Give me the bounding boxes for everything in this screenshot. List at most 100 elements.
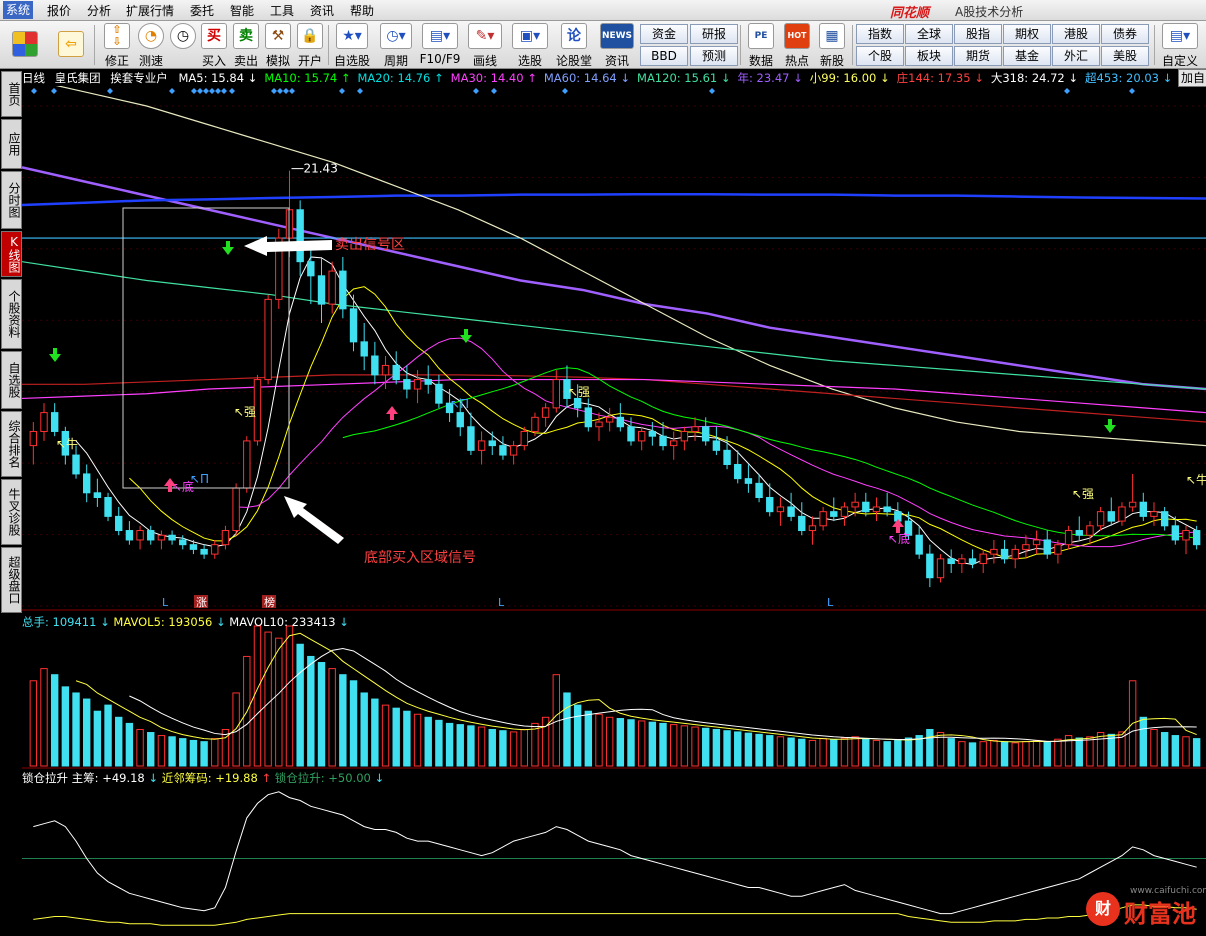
bbd-button[interactable]: BBD xyxy=(640,46,688,66)
volume-bar xyxy=(93,710,102,767)
watchlist-button[interactable]: ★▾ 自选股 xyxy=(333,23,371,69)
f10-button[interactable]: ▤▾ F10/F9 xyxy=(418,23,462,66)
draw-line-button[interactable]: ✎▾ 画线 xyxy=(464,23,506,69)
individual-stock-button[interactable]: 个股 xyxy=(856,46,904,66)
buy-button[interactable]: 买 买入 xyxy=(198,23,230,69)
stock-index-future-button[interactable]: 股指 xyxy=(954,24,1002,44)
sidebar-tab-kline[interactable]: K线图 xyxy=(1,231,22,277)
candle-body xyxy=(595,421,603,428)
new-stock-button[interactable]: ▦ 新股 xyxy=(815,23,849,69)
volume-bar xyxy=(349,680,358,767)
menu-news[interactable]: 资讯 xyxy=(310,2,334,19)
candle-body xyxy=(147,530,155,541)
kline-chart-area[interactable]: 21.43卖出信号区底部买入区域信号↖牛↖底↖Π↖强↖Π↖强↖底↖强↖牛L 涨榜 L… xyxy=(22,86,1206,936)
buy-zone-annotation: 底部买入区域信号 xyxy=(364,550,476,566)
volume-legend: 总手: 109411 ↓ MAVOL5: 193056 ↓ MAVOL10: 2… xyxy=(22,615,349,629)
menu-help[interactable]: 帮助 xyxy=(350,2,374,19)
customize-label: 自定义 xyxy=(1161,54,1198,68)
fund-flow-button[interactable]: 资金 xyxy=(640,24,688,44)
stock-name: 皇氏集团 xyxy=(54,71,101,85)
open-account-label: 开户 xyxy=(297,54,322,68)
grid-button[interactable] xyxy=(12,31,38,57)
sell-button[interactable]: 卖 卖出 xyxy=(230,23,262,69)
candle-body xyxy=(211,544,219,555)
menu-smart[interactable]: 智能 xyxy=(230,2,254,19)
bottom-marker: L xyxy=(827,596,834,609)
fund-button[interactable]: 基金 xyxy=(1003,46,1051,66)
us-stock-button[interactable]: 美股 xyxy=(1101,46,1149,66)
back-button[interactable]: ⇦ xyxy=(58,31,84,57)
index-button[interactable]: 指数 xyxy=(856,24,904,44)
candle-body xyxy=(1064,530,1073,546)
signal-diamond-icon xyxy=(491,88,497,94)
candle-body xyxy=(712,440,721,451)
toolbar-separator xyxy=(1154,25,1155,65)
hot-topic-button[interactable]: HOT 热点 xyxy=(780,23,814,69)
sidebar-tab-stock-info[interactable]: 个股资料 xyxy=(1,279,22,349)
sidebar-tab-timeshare[interactable]: 分时图 xyxy=(1,171,22,229)
options-button[interactable]: 期权 xyxy=(1003,24,1051,44)
sidebar-tab-ranking[interactable]: 综合排名 xyxy=(1,411,22,477)
sidebar-tab-apps[interactable]: 应用 xyxy=(1,119,22,169)
sidebar-tab-home[interactable]: 首页 xyxy=(1,71,22,117)
menu-tools[interactable]: 工具 xyxy=(270,2,294,19)
signal-diamond-icon xyxy=(339,88,345,94)
bond-button[interactable]: 债券 xyxy=(1101,24,1149,44)
futures-button[interactable]: 期货 xyxy=(954,46,1002,66)
volume-bar xyxy=(157,735,166,767)
speed-test-button[interactable]: ◔ 测速 xyxy=(134,23,168,69)
menu-extended-quote[interactable]: 扩展行情 xyxy=(126,2,174,19)
menu-system[interactable]: 系统 xyxy=(3,1,34,19)
ma-legend-8: 庄144: 17.35 ↓ xyxy=(896,71,984,85)
open-account-button[interactable]: 🔒 开户 xyxy=(294,23,326,69)
simulate-button[interactable]: ⚒ 模拟 xyxy=(262,23,294,69)
candle-body xyxy=(702,426,710,442)
volume-bar xyxy=(285,625,294,767)
sidebar-tab-watchlist[interactable]: 自选股 xyxy=(1,351,22,409)
sell-arrow-icon xyxy=(222,241,234,255)
hk-stock-button[interactable]: 港股 xyxy=(1052,24,1100,44)
ma-legend-2: MA20: 14.76 ↑ xyxy=(357,71,444,85)
clock-test-button[interactable]: ◷ xyxy=(166,23,200,49)
sidebar-tab-super-panel[interactable]: 超级盘口 xyxy=(1,547,22,613)
volume-bar xyxy=(509,731,518,767)
volume-bar xyxy=(1139,716,1148,767)
sidebar-tab-diagnosis[interactable]: 牛叉诊股 xyxy=(1,479,22,545)
volume-bar xyxy=(563,692,571,767)
volume-bar xyxy=(830,739,838,767)
forex-button[interactable]: 外汇 xyxy=(1052,46,1100,66)
sector-button[interactable]: 板块 xyxy=(905,46,953,66)
ma-legend-6: 年: 23.47 ↓ xyxy=(737,71,803,85)
watermark-url: www.caifuchi.com xyxy=(1130,886,1206,896)
candle-body xyxy=(1160,511,1169,527)
candle-body xyxy=(477,440,486,451)
add-watchlist-button[interactable]: 加自 xyxy=(1178,69,1206,87)
menu-trade[interactable]: 委托 xyxy=(190,2,214,19)
signal-diamond-icon xyxy=(197,88,203,94)
volume-bar xyxy=(1160,732,1169,767)
forecast-button[interactable]: 预测 xyxy=(690,46,738,66)
candle-body xyxy=(808,525,817,532)
indicator-name[interactable]: 挨套专业户 xyxy=(110,71,168,85)
indicator-legend: 锁仓拉升 主筹: +49.18 ↓ 近邻筹码: +19.88 ↑ 锁仓拉升: +… xyxy=(22,771,385,785)
hot-topic-label: 热点 xyxy=(784,54,809,68)
menu-analysis[interactable]: 分析 xyxy=(87,2,111,19)
news-button[interactable]: NEWS 资讯 xyxy=(598,23,636,69)
data-button[interactable]: PE 数据 xyxy=(744,23,778,69)
stock-screen-label: 选股 xyxy=(517,54,542,68)
period-button[interactable]: ◷▾ 周期 xyxy=(376,23,416,69)
signal-diamond-icon xyxy=(277,88,283,94)
candle-body xyxy=(125,530,134,541)
candle-body xyxy=(360,341,368,357)
volume-bar xyxy=(1107,733,1115,767)
global-button[interactable]: 全球 xyxy=(905,24,953,44)
forum-button[interactable]: 论 论股堂 xyxy=(554,23,594,69)
customize-button[interactable]: ▤▾ 自定义 xyxy=(1158,23,1202,69)
candle-body xyxy=(531,416,539,432)
ma-legend-7: 小99: 16.00 ↓ xyxy=(809,71,890,85)
menu-quote[interactable]: 报价 xyxy=(47,2,71,19)
stock-screen-button[interactable]: ▣▾ 选股 xyxy=(508,23,552,69)
period-label[interactable]: 日线 xyxy=(22,71,45,85)
research-report-button[interactable]: 研报 xyxy=(690,24,738,44)
repair-button[interactable]: ⇧ ⇩ 修正 xyxy=(100,23,134,69)
